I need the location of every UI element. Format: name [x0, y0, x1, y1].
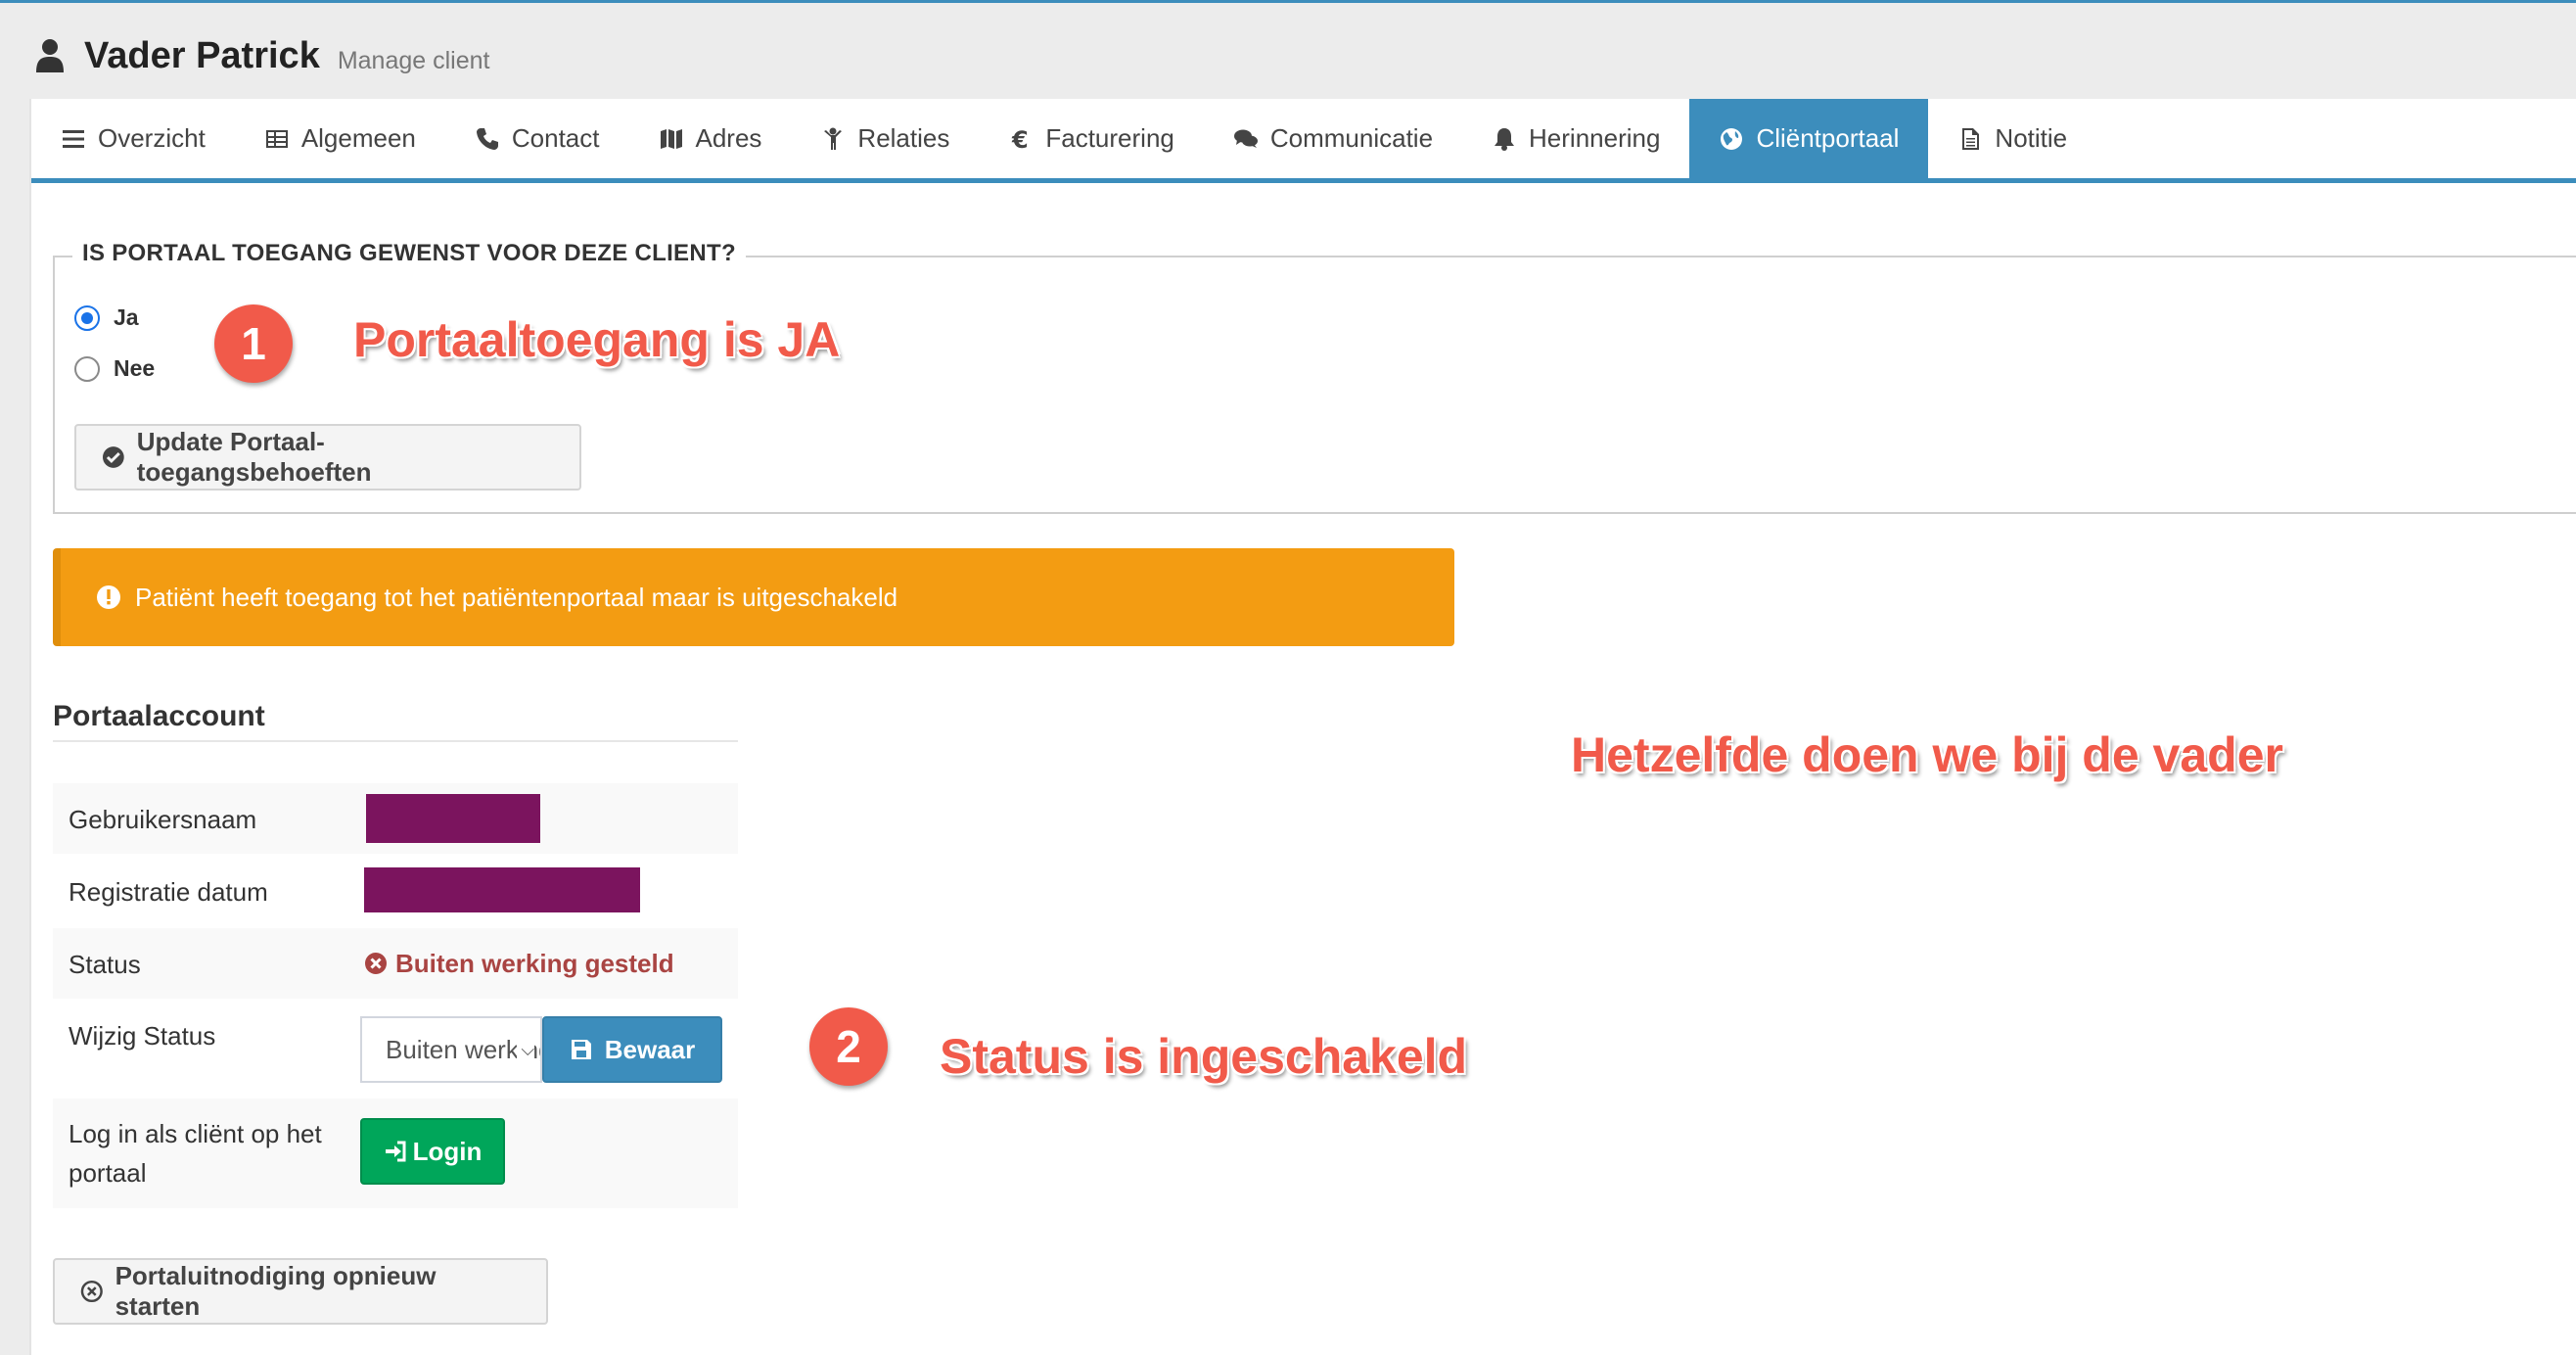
status-value-text: Buiten werking gesteld — [395, 948, 674, 978]
username-label: Gebruikersnaam — [69, 805, 257, 834]
child-icon — [824, 127, 843, 150]
radio-ja-input[interactable] — [74, 304, 100, 331]
svg-text:€: € — [1011, 126, 1029, 152]
tab-label: Cliëntportaal — [1756, 123, 1900, 153]
euro-icon: € — [1011, 126, 1029, 152]
redacted-registration-date — [364, 867, 640, 912]
tab-label: Algemeen — [300, 123, 416, 153]
tab-label: Overzicht — [98, 123, 206, 153]
save-button-label: Bewaar — [604, 1034, 696, 1064]
user-icon — [36, 39, 64, 72]
radio-nee[interactable]: Nee — [74, 355, 155, 382]
annotation-badge-1: 1 — [214, 304, 293, 383]
tab-facturering[interactable]: € Facturering — [979, 99, 1204, 178]
status-select[interactable]: Buiten werking gesteld ⌵ — [360, 1016, 542, 1083]
tab-label: Herinnering — [1529, 123, 1661, 153]
status-badge: Buiten werking gesteld — [364, 928, 674, 999]
save-button[interactable]: Bewaar — [542, 1016, 722, 1083]
tab-adres[interactable]: Adres — [629, 99, 792, 178]
comments-icon — [1233, 129, 1258, 148]
annotation-text-1: Portaaltoegang is JA — [353, 312, 841, 367]
tab-herinnering[interactable]: Herinnering — [1462, 99, 1689, 178]
table-row-login: Log in als cliënt op het portaal Login — [53, 1097, 738, 1208]
check-circle-icon — [102, 446, 124, 468]
page-title: Vader Patrick — [84, 34, 320, 76]
annotation-text-middle: Hetzelfde doen we bij de vader — [1571, 727, 2283, 782]
tab-relaties[interactable]: Relaties — [791, 99, 979, 178]
table-row-change-status: Wijzig Status Buiten werking gesteld ⌵ B… — [53, 999, 738, 1097]
tab-label: Communicatie — [1269, 123, 1434, 153]
tab-algemeen[interactable]: Algemeen — [235, 99, 445, 178]
restart-invite-button[interactable]: Portaluitnodiging opnieuw starten — [53, 1258, 548, 1325]
radio-ja[interactable]: Ja — [74, 304, 139, 331]
tab-communicatie[interactable]: Communicatie — [1204, 99, 1462, 178]
portal-account-table: Gebruikersnaam Registratie datum Status … — [53, 781, 738, 1208]
login-as-client-label: Log in als cliënt op het portaal — [69, 1119, 322, 1188]
change-status-label: Wijzig Status — [69, 1021, 216, 1051]
file-icon — [1962, 127, 1980, 150]
save-icon — [571, 1040, 591, 1059]
update-portal-access-label: Update Portaal-toegangsbehoeften — [136, 427, 372, 487]
tab-contact[interactable]: Contact — [445, 99, 629, 178]
table-row-status: Status Buiten werking gesteld — [53, 926, 738, 999]
warning-alert: Patiënt heeft toegang tot het patiëntenp… — [53, 548, 1454, 646]
tab-bar: Overzicht Algemeen Contact Adres Relatie… — [31, 99, 2576, 183]
times-circle-icon — [80, 1280, 103, 1303]
portal-access-legend: IS PORTAAL TOEGANG GEWENST VOOR DEZE CLI… — [72, 240, 746, 267]
page-subtitle: Manage client — [337, 46, 490, 74]
top-accent-line — [0, 0, 2576, 3]
portal-access-fieldset: IS PORTAAL TOEGANG GEWENST VOOR DEZE CLI… — [53, 240, 2576, 514]
restart-invite-label: Portaluitnodiging opnieuw starten — [115, 1261, 437, 1321]
radio-ja-label: Ja — [114, 304, 139, 330]
warning-alert-text: Patiënt heeft toegang tot het patiëntenp… — [135, 582, 898, 612]
phone-icon — [476, 127, 498, 150]
tab-notitie[interactable]: Notitie — [1928, 99, 2096, 178]
table-row-registration: Registratie datum — [53, 854, 738, 926]
portal-account-heading: Portaalaccount — [53, 700, 265, 732]
login-button[interactable]: Login — [360, 1118, 505, 1185]
registration-date-label: Registratie datum — [69, 877, 268, 907]
update-portal-access-button[interactable]: Update Portaal-toegangsbehoeften — [74, 424, 581, 491]
map-icon — [660, 128, 682, 149]
page-header: Vader Patrick Manage client — [35, 29, 489, 82]
radio-nee-label: Nee — [114, 355, 156, 381]
list-icon — [63, 129, 84, 148]
sign-in-icon — [385, 1141, 406, 1162]
tab-label: Notitie — [1995, 123, 2068, 153]
status-label: Status — [69, 950, 141, 979]
tab-label: Facturering — [1045, 123, 1174, 153]
redacted-username — [366, 794, 540, 843]
chevron-down-icon: ⌵ — [517, 1040, 534, 1060]
tab-label: Relaties — [857, 123, 950, 153]
annotation-text-2: Status is ingeschakeld — [940, 1029, 1468, 1084]
divider — [53, 740, 738, 742]
radio-nee-input[interactable] — [74, 355, 100, 382]
exclamation-circle-icon — [97, 585, 120, 609]
times-circle-icon — [365, 953, 387, 974]
globe-icon — [1721, 127, 1743, 150]
tab-overzicht[interactable]: Overzicht — [31, 99, 235, 178]
tab-label: Contact — [511, 123, 600, 153]
annotation-badge-2: 2 — [809, 1007, 888, 1086]
table-row-username: Gebruikersnaam — [53, 781, 738, 854]
bell-icon — [1495, 127, 1515, 151]
tab-label: Adres — [695, 123, 762, 153]
tab-clientportaal[interactable]: Cliëntportaal — [1689, 99, 1929, 178]
table-icon — [265, 129, 288, 148]
login-button-label: Login — [412, 1136, 483, 1166]
